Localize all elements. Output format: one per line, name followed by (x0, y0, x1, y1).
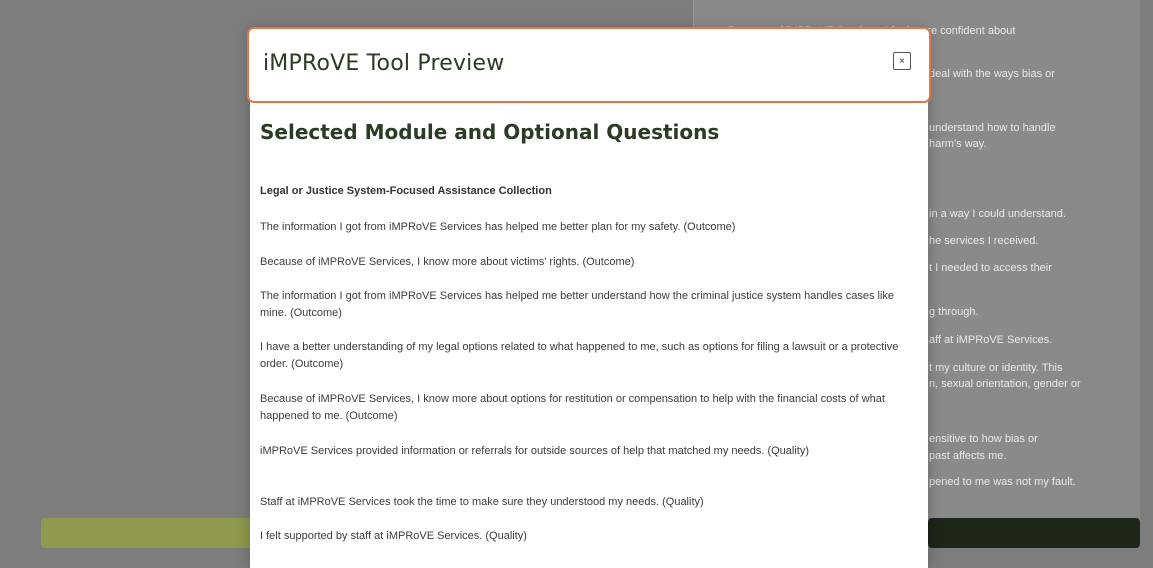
question-item: iMPRoVE Services provided information or… (260, 445, 810, 457)
background-text: t my culture or identity. This (929, 362, 1063, 374)
question-item: I have a better understanding of my lega… (260, 341, 899, 370)
modal-header: iMPRoVE Tool Preview × (247, 27, 931, 103)
question-item: The information I got from iMPRoVE Servi… (260, 290, 895, 319)
close-icon[interactable]: × (893, 52, 911, 70)
background-text: in a way I could understand. (929, 208, 1066, 220)
background-previous-button (41, 518, 256, 548)
question-item: The information I got from iMPRoVE Servi… (260, 221, 736, 233)
module-name: Legal or Justice System-Focused Assistan… (260, 185, 552, 197)
modal-title: iMPRoVE Tool Preview (263, 51, 505, 76)
question-item: Because of iMPRoVE Services, I know more… (260, 256, 635, 268)
question-item: I felt supported by staff at iMPRoVE Ser… (260, 530, 527, 542)
background-text: t I needed to access their (929, 262, 1052, 274)
background-text: g through. (929, 306, 979, 318)
question-item: Because of iMPRoVE Services, I know more… (260, 393, 885, 422)
background-text: aff at iMPRoVE Services. (929, 334, 1053, 346)
background-text: past affects me. (929, 450, 1007, 462)
background-next-button (928, 518, 1140, 548)
background-text: understand how to handle (929, 122, 1056, 134)
background-text: n, sexual orientation, gender or (929, 378, 1081, 390)
tool-preview-modal: iMPRoVE Tool Preview × Selected Module a… (247, 27, 931, 568)
background-text: pened to me was not my fault. (929, 476, 1076, 488)
background-text: he services I received. (929, 235, 1039, 247)
background-text: deal with the ways bias or (929, 68, 1055, 80)
question-item: Staff at iMPRoVE Services took the time … (260, 496, 704, 508)
background-text: ensitive to how bias or (929, 433, 1038, 445)
background-text: harm's way. (929, 138, 987, 150)
section-title: Selected Module and Optional Questions (260, 120, 720, 144)
